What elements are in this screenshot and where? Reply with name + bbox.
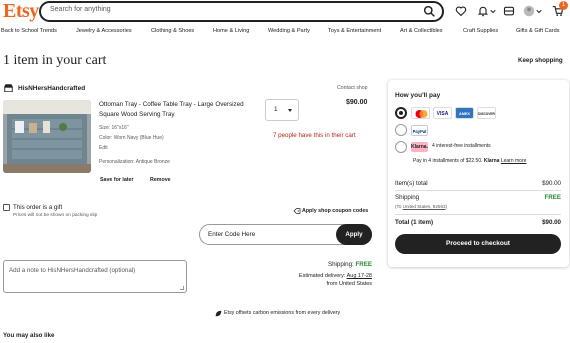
delivery-date[interactable]: Aug 17-28 (347, 273, 372, 279)
variant-color: Color: Worn Navy (Blue Hue) (99, 135, 164, 141)
nav-item[interactable]: Clothing & Shoes (151, 28, 194, 34)
gift-checkbox[interactable] (3, 204, 10, 211)
nav-item[interactable]: Home & Living (213, 28, 249, 34)
payment-radio-paypal[interactable] (395, 124, 407, 136)
contact-shop-link[interactable]: Contact shop (337, 85, 368, 91)
personalization-text: Personalization: Antique Bronze (99, 159, 170, 165)
product-title-link[interactable]: Ottoman Tray - Coffee Table Tray - Large… (99, 100, 259, 119)
nav-item[interactable]: Art & Collectibles (400, 28, 443, 34)
shipping-to-prefix: (To (395, 204, 402, 209)
shop-icon (4, 84, 13, 92)
shipping-free: FREE (355, 261, 372, 268)
product-thumbnail[interactable] (3, 100, 91, 173)
shipping-destination: (To United States, 92563) (395, 204, 447, 209)
avatar[interactable] (523, 5, 535, 17)
payment-radio-card[interactable] (395, 107, 407, 119)
you-may-also-like-heading: You may also like (3, 332, 55, 339)
demand-notice: 7 people have this in their cart (273, 132, 356, 139)
quantity-value: 1 (274, 106, 278, 113)
delivery-label: Estimated delivery: (298, 273, 346, 279)
paypal-icon: PayPal (411, 125, 428, 136)
coupon-code-placeholder: Enter Code Here (208, 231, 256, 238)
total-label: Total (1 item) (395, 219, 434, 226)
klarna-icon: Klarna. (411, 142, 428, 152)
chevron-down-icon[interactable] (490, 5, 496, 17)
save-for-later-button[interactable]: Save for later (100, 177, 134, 183)
header: Etsy Search for anything 1 (0, 0, 570, 26)
shipping-summary-label: Shipping (395, 194, 420, 201)
apply-coupon-button[interactable]: Apply (336, 224, 372, 245)
seller-note-textarea[interactable]: Add a note to HisNHersHandcrafted (optio… (3, 260, 187, 293)
shipping-row: Shipping FREE (395, 194, 561, 201)
search-icon[interactable] (423, 5, 436, 18)
mastercard-icon (411, 107, 430, 119)
category-nav: Back to School Trends Jewelry & Accessor… (0, 27, 570, 39)
discover-icon: DISCOVER (477, 107, 496, 119)
shipping-line: Shipping: FREE (328, 261, 372, 268)
quantity-select[interactable]: 1 (265, 99, 299, 121)
shipping-destination-link[interactable]: United States, 92563 (403, 204, 446, 209)
shop-name-link[interactable]: HisNHersHandcrafted (18, 85, 85, 92)
leaf-icon (215, 310, 222, 317)
seller-note-placeholder: Add a note to HisNHersHandcrafted (optio… (9, 267, 136, 274)
variant-size: Size: 16"x16" (99, 125, 129, 131)
edit-link[interactable]: Edit (99, 145, 108, 151)
learn-more-link[interactable]: Learn more (501, 158, 527, 164)
coupon-toggle-link[interactable]: Apply shop coupon codes (302, 208, 368, 214)
page-title: 1 item in your cart (3, 53, 107, 68)
search-bar[interactable]: Search for anything (39, 1, 444, 22)
checkout-button[interactable]: Proceed to checkout (395, 234, 561, 254)
search-input[interactable]: Search for anything (50, 6, 111, 13)
nav-item[interactable]: Jewelry & Accessories (76, 28, 132, 34)
nav-item[interactable]: Back to School Trends (1, 28, 57, 34)
gift-note: Prices will not be shown on packing slip (13, 213, 98, 218)
resize-handle[interactable] (180, 286, 184, 290)
divider (395, 190, 561, 191)
registry-icon[interactable] (503, 5, 515, 17)
tag-icon (293, 208, 301, 214)
amex-icon: AMEX (455, 107, 474, 119)
nav-item[interactable]: Craft Supplies (463, 28, 498, 34)
klarna-detail: Pay in 4 installments of $22.50. Klarna … (413, 158, 526, 164)
visa-icon: VISA (433, 107, 452, 119)
payment-summary-card: How you'll pay VISA AMEX DISCOVER PayPal… (388, 80, 569, 267)
delivery-line: Estimated delivery: Aug 17-28 (299, 273, 372, 279)
klarna-installments: Pay in 4 installments of $22.50. (413, 158, 483, 164)
bell-icon[interactable] (477, 5, 489, 17)
payment-radio-klarna[interactable] (395, 141, 407, 153)
item-price: $90.00 (346, 99, 368, 106)
shipping-summary-value: FREE (544, 194, 561, 201)
remove-button[interactable]: Remove (150, 177, 171, 183)
items-total-value: $90.00 (542, 180, 561, 187)
carbon-offset-note: Etsy offsets carbon emissions from every… (224, 310, 341, 316)
ship-from: from United States (326, 281, 372, 287)
shipping-to-suffix: ) (445, 204, 448, 209)
total-value: $90.00 (542, 219, 561, 226)
nav-item[interactable]: Toys & Entertainment (328, 28, 381, 34)
payment-heading: How you'll pay (395, 92, 441, 99)
klarna-brand: Klarna (483, 158, 500, 164)
caret-down-icon (288, 109, 292, 112)
gift-label[interactable]: This order is a gift (13, 204, 62, 211)
etsy-logo[interactable]: Etsy (3, 0, 39, 23)
shipping-label: Shipping: (327, 261, 354, 268)
items-total-row: Item(s) total $90.00 (395, 180, 561, 187)
nav-item[interactable]: Wedding & Party (268, 28, 310, 34)
klarna-description: 4 interest-free installments (432, 143, 491, 149)
heart-icon[interactable] (455, 5, 467, 17)
total-row: Total (1 item) $90.00 (395, 219, 561, 226)
chevron-down-icon[interactable] (536, 5, 542, 17)
keep-shopping-link[interactable]: Keep shopping (518, 57, 563, 64)
items-total-label: Item(s) total (395, 180, 428, 187)
nav-item[interactable]: Gifts & Gift Cards (516, 28, 560, 34)
cart-count-badge: 1 (559, 1, 568, 10)
divider (395, 214, 561, 215)
